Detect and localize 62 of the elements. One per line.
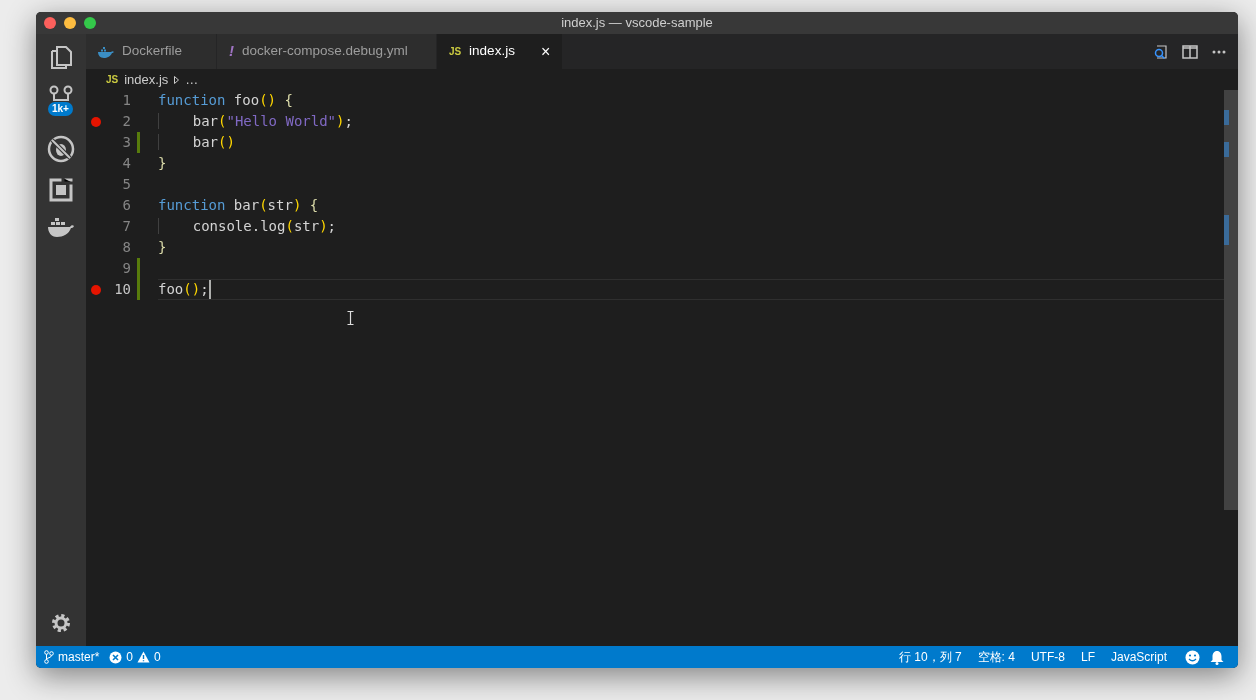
error-count: 0 [126, 649, 134, 666]
whale-icon [98, 45, 114, 58]
whale-icon[interactable] [47, 217, 75, 239]
close-window-button[interactable] [44, 17, 56, 29]
problems-status[interactable]: 0 0 [109, 648, 161, 666]
line-number: 6 [121, 196, 131, 215]
more-icon[interactable] [1212, 49, 1226, 54]
status-item[interactable]: JavaScript [1110, 648, 1167, 666]
branch-icon [44, 650, 54, 664]
zoom-window-button[interactable] [84, 17, 96, 29]
line-number: 10 [113, 280, 131, 299]
status-item[interactable]: LF [1080, 648, 1095, 666]
code-line: foo(); [158, 280, 209, 299]
js-file-icon: JS [448, 44, 462, 59]
text-select-cursor-icon [347, 311, 354, 325]
error-icon [109, 650, 123, 664]
line-number: 9 [121, 259, 131, 278]
breakpoint-dot[interactable] [91, 116, 101, 127]
exclamation-icon: ! [229, 40, 235, 63]
code-line: bar("Hello World"); [158, 112, 353, 131]
line-number: 8 [121, 238, 131, 257]
chevron-right-icon [174, 75, 180, 84]
line-number: 4 [121, 154, 131, 173]
warning-icon [137, 651, 151, 663]
line-number: 7 [121, 217, 131, 236]
smiley-icon[interactable] [1185, 649, 1200, 665]
branch-name: master* [58, 649, 100, 666]
minimize-window-button[interactable] [64, 17, 76, 29]
code-line: console.log(str); [158, 217, 337, 236]
breadcrumb-item[interactable]: index.js [124, 69, 169, 90]
files-icon[interactable] [49, 44, 73, 70]
code-line: function foo() { [158, 91, 293, 110]
text-cursor [208, 280, 211, 299]
status-item[interactable]: 空格: 4 [977, 648, 1015, 666]
branch-status[interactable]: master* [44, 648, 100, 666]
notification-badge: 1k+ [48, 102, 73, 116]
settings-icon[interactable] [50, 612, 72, 634]
line-number: 5 [121, 175, 131, 194]
line-number: 1 [121, 91, 131, 110]
breadcrumb-item[interactable]: … [185, 69, 199, 90]
warning-count: 0 [154, 649, 161, 666]
editor-tab[interactable]: ! docker-compose.debug.yml [217, 34, 437, 69]
status-item[interactable]: UTF-8 [1030, 648, 1065, 666]
preview-search-icon[interactable] [1152, 43, 1168, 60]
close-icon[interactable]: × [540, 39, 551, 64]
code-line: } [158, 154, 167, 173]
extensions-icon[interactable] [49, 178, 73, 202]
code-line: function bar(str) { [158, 196, 319, 215]
window-title: index.js — vscode-sample [560, 14, 714, 33]
bell-icon[interactable] [1210, 649, 1224, 665]
code-line: } [158, 238, 167, 257]
breakpoint-dot[interactable] [91, 284, 101, 295]
status-item[interactable]: 行 10，列 7 [898, 648, 962, 666]
editor-tab[interactable]: Dockerfile [86, 34, 218, 69]
js-file-icon: JS [106, 72, 119, 87]
connection-icon[interactable] [48, 85, 74, 101]
editor-tab[interactable]: JS index.js × [436, 34, 564, 69]
line-number: 2 [121, 112, 131, 131]
split-editor-icon[interactable] [1182, 43, 1198, 60]
code-line: bar() [158, 133, 235, 152]
debug-off-icon[interactable] [47, 135, 75, 163]
line-number: 3 [121, 133, 131, 152]
